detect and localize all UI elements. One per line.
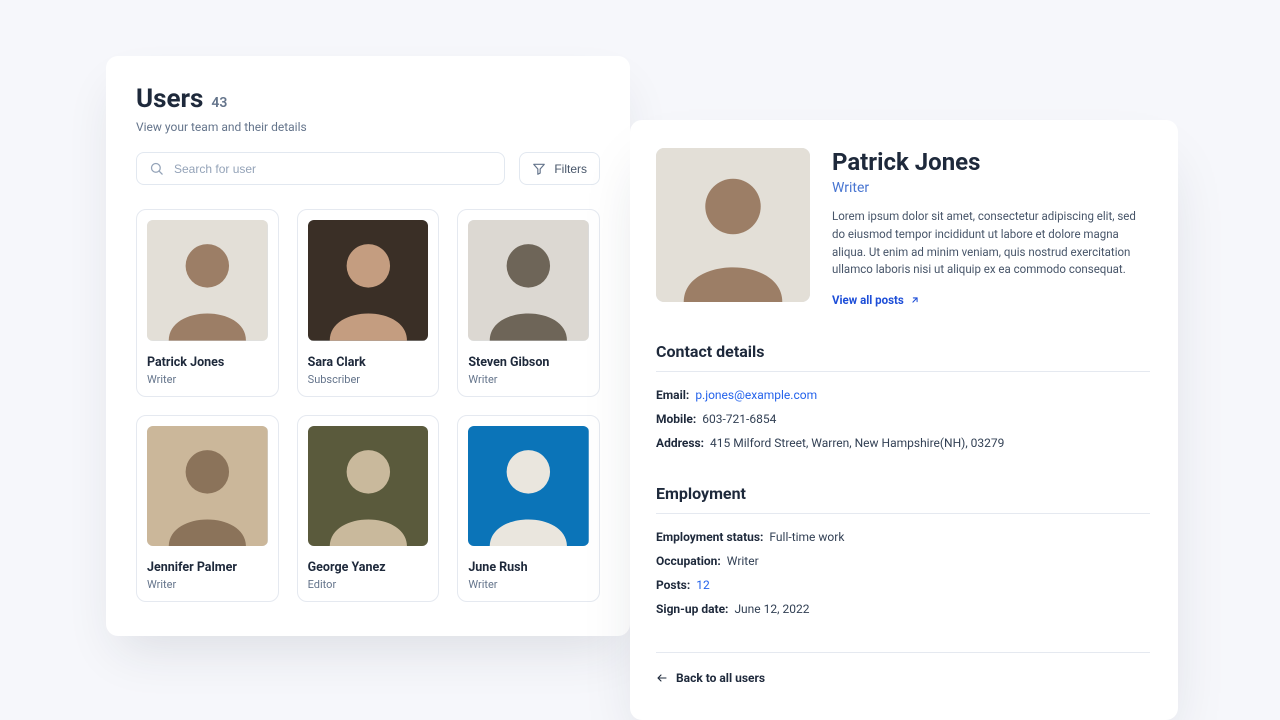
user-detail-panel: Patrick Jones Writer Lorem ipsum dolor s… [630, 120, 1178, 720]
user-avatar [468, 220, 589, 341]
detail-role: Writer [832, 180, 1150, 196]
users-panel: Users 43 View your team and their detail… [106, 56, 630, 636]
posts-label: Posts: [656, 578, 690, 592]
user-name: Patrick Jones [147, 355, 268, 370]
user-name: George Yanez [308, 560, 429, 575]
search-input-wrapper[interactable] [136, 152, 505, 185]
email-value[interactable]: p.jones@example.com [695, 388, 817, 402]
user-role: Writer [147, 373, 268, 386]
user-avatar [147, 426, 268, 547]
user-role: Subscriber [308, 373, 429, 386]
user-card[interactable]: Steven Gibson Writer [457, 209, 600, 397]
user-avatar [308, 220, 429, 341]
user-name: June Rush [468, 560, 589, 575]
employment-status-value: Full-time work [769, 530, 844, 544]
user-name: Jennifer Palmer [147, 560, 268, 575]
detail-avatar [656, 148, 810, 302]
mobile-value: 603-721-6854 [702, 412, 776, 426]
contact-heading: Contact details [656, 342, 1150, 372]
user-card[interactable]: June Rush Writer [457, 415, 600, 603]
back-to-users-link[interactable]: Back to all users [656, 652, 1150, 685]
user-role: Writer [147, 578, 268, 591]
users-grid: Patrick JonesWriterSara ClarkSubscriberS… [136, 209, 600, 602]
email-label: Email: [656, 388, 689, 402]
posts-value[interactable]: 12 [696, 578, 710, 592]
view-all-posts-link[interactable]: View all posts [832, 293, 920, 307]
user-avatar [308, 426, 429, 547]
signup-label: Sign-up date: [656, 602, 728, 616]
back-label: Back to all users [676, 671, 765, 685]
occupation-value: Writer [727, 554, 759, 568]
address-label: Address: [656, 436, 704, 450]
user-card[interactable]: George Yanez Editor [297, 415, 440, 603]
search-icon [149, 161, 164, 176]
arrow-left-icon [656, 672, 668, 684]
user-card[interactable]: Patrick Jones Writer [136, 209, 279, 397]
detail-name: Patrick Jones [832, 148, 1150, 176]
users-subtitle: View your team and their details [136, 120, 600, 134]
signup-value: June 12, 2022 [734, 602, 809, 616]
user-role: Writer [468, 373, 589, 386]
user-role: Writer [468, 578, 589, 591]
user-name: Sara Clark [308, 355, 429, 370]
view-all-posts-label: View all posts [832, 293, 904, 307]
mobile-label: Mobile: [656, 412, 696, 426]
filters-label: Filters [554, 162, 587, 176]
user-card[interactable]: Jennifer Palmer Writer [136, 415, 279, 603]
detail-bio: Lorem ipsum dolor sit amet, consectetur … [832, 208, 1150, 279]
user-avatar [468, 426, 589, 547]
occupation-label: Occupation: [656, 554, 721, 568]
users-header: Users 43 [136, 84, 600, 114]
search-input[interactable] [174, 162, 492, 176]
filter-icon [532, 162, 546, 176]
user-name: Steven Gibson [468, 355, 589, 370]
address-value: 415 Milford Street, Warren, New Hampshir… [710, 436, 1004, 450]
filters-button[interactable]: Filters [519, 152, 600, 185]
employment-status-label: Employment status: [656, 530, 763, 544]
users-count: 43 [211, 95, 227, 111]
user-card[interactable]: Sara Clark Subscriber [297, 209, 440, 397]
employment-heading: Employment [656, 484, 1150, 514]
user-avatar [147, 220, 268, 341]
arrow-up-right-icon [910, 295, 920, 305]
users-title: Users [136, 84, 203, 114]
employment-section: Employment Employment status: Full-time … [656, 484, 1150, 616]
user-role: Editor [308, 578, 429, 591]
contact-section: Contact details Email: p.jones@example.c… [656, 342, 1150, 450]
